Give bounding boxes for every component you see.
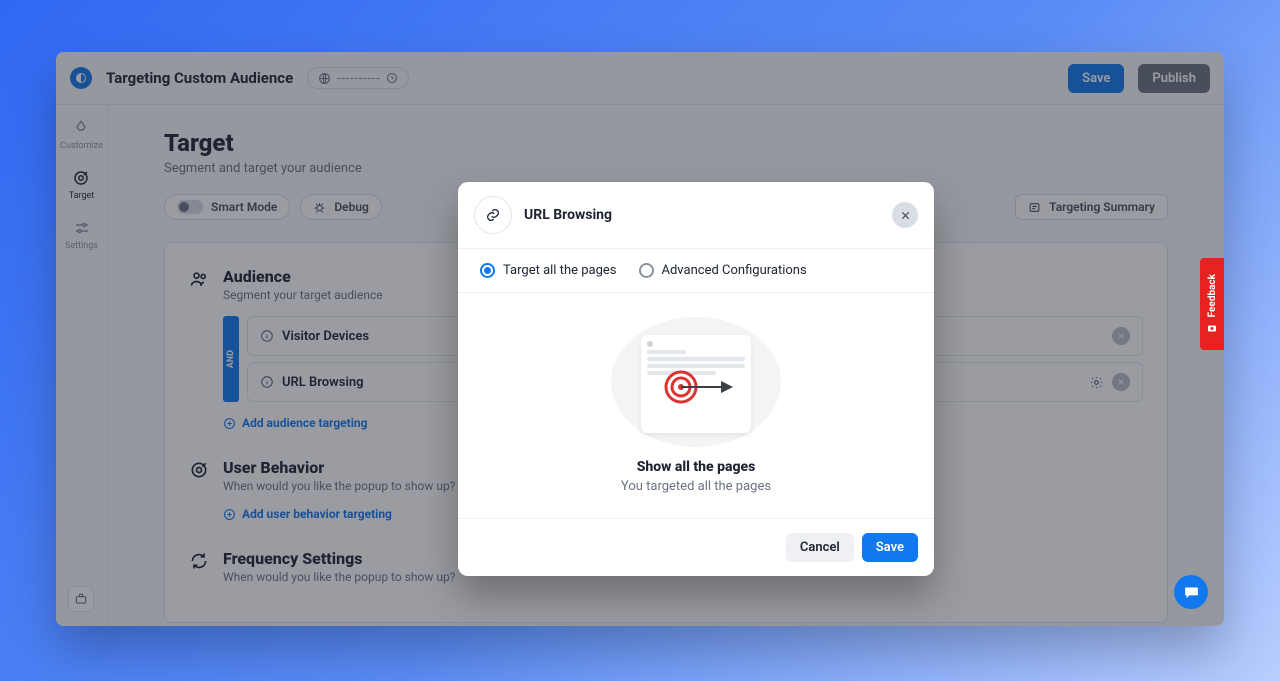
chat-icon bbox=[1183, 584, 1200, 601]
camera-icon bbox=[1206, 322, 1218, 334]
radio-on-icon bbox=[480, 263, 495, 278]
illustration bbox=[611, 317, 781, 447]
modal-body-sub: You targeted all the pages bbox=[621, 479, 771, 494]
modal-icon bbox=[474, 196, 512, 234]
radio-off-icon bbox=[639, 263, 654, 278]
modal-close-button[interactable] bbox=[892, 202, 918, 228]
modal-footer: Cancel Save bbox=[458, 518, 934, 576]
feedback-label: Feedback bbox=[1207, 274, 1218, 317]
modal-save-button[interactable]: Save bbox=[862, 533, 918, 562]
link-icon bbox=[485, 207, 501, 223]
radio-advanced[interactable]: Advanced Configurations bbox=[639, 263, 807, 278]
app-frame: Targeting Custom Audience ---------- Sav… bbox=[56, 52, 1224, 626]
close-icon bbox=[900, 210, 911, 221]
modal-body-title: Show all the pages bbox=[637, 459, 756, 475]
modal-cancel-button[interactable]: Cancel bbox=[786, 533, 854, 562]
modal-header: URL Browsing bbox=[458, 182, 934, 248]
modal-options: Target all the pages Advanced Configurat… bbox=[458, 248, 934, 293]
feedback-tab[interactable]: Feedback bbox=[1200, 258, 1224, 350]
radio-target-all[interactable]: Target all the pages bbox=[480, 263, 617, 278]
radio-label: Target all the pages bbox=[503, 263, 617, 278]
radio-label: Advanced Configurations bbox=[662, 263, 807, 278]
modal-title: URL Browsing bbox=[524, 207, 880, 223]
target-arrow-icon bbox=[663, 369, 739, 405]
url-browsing-modal: URL Browsing Target all the pages Advanc… bbox=[458, 182, 934, 576]
modal-body: Show all the pages You targeted all the … bbox=[458, 293, 934, 518]
chat-fab[interactable] bbox=[1174, 575, 1208, 609]
